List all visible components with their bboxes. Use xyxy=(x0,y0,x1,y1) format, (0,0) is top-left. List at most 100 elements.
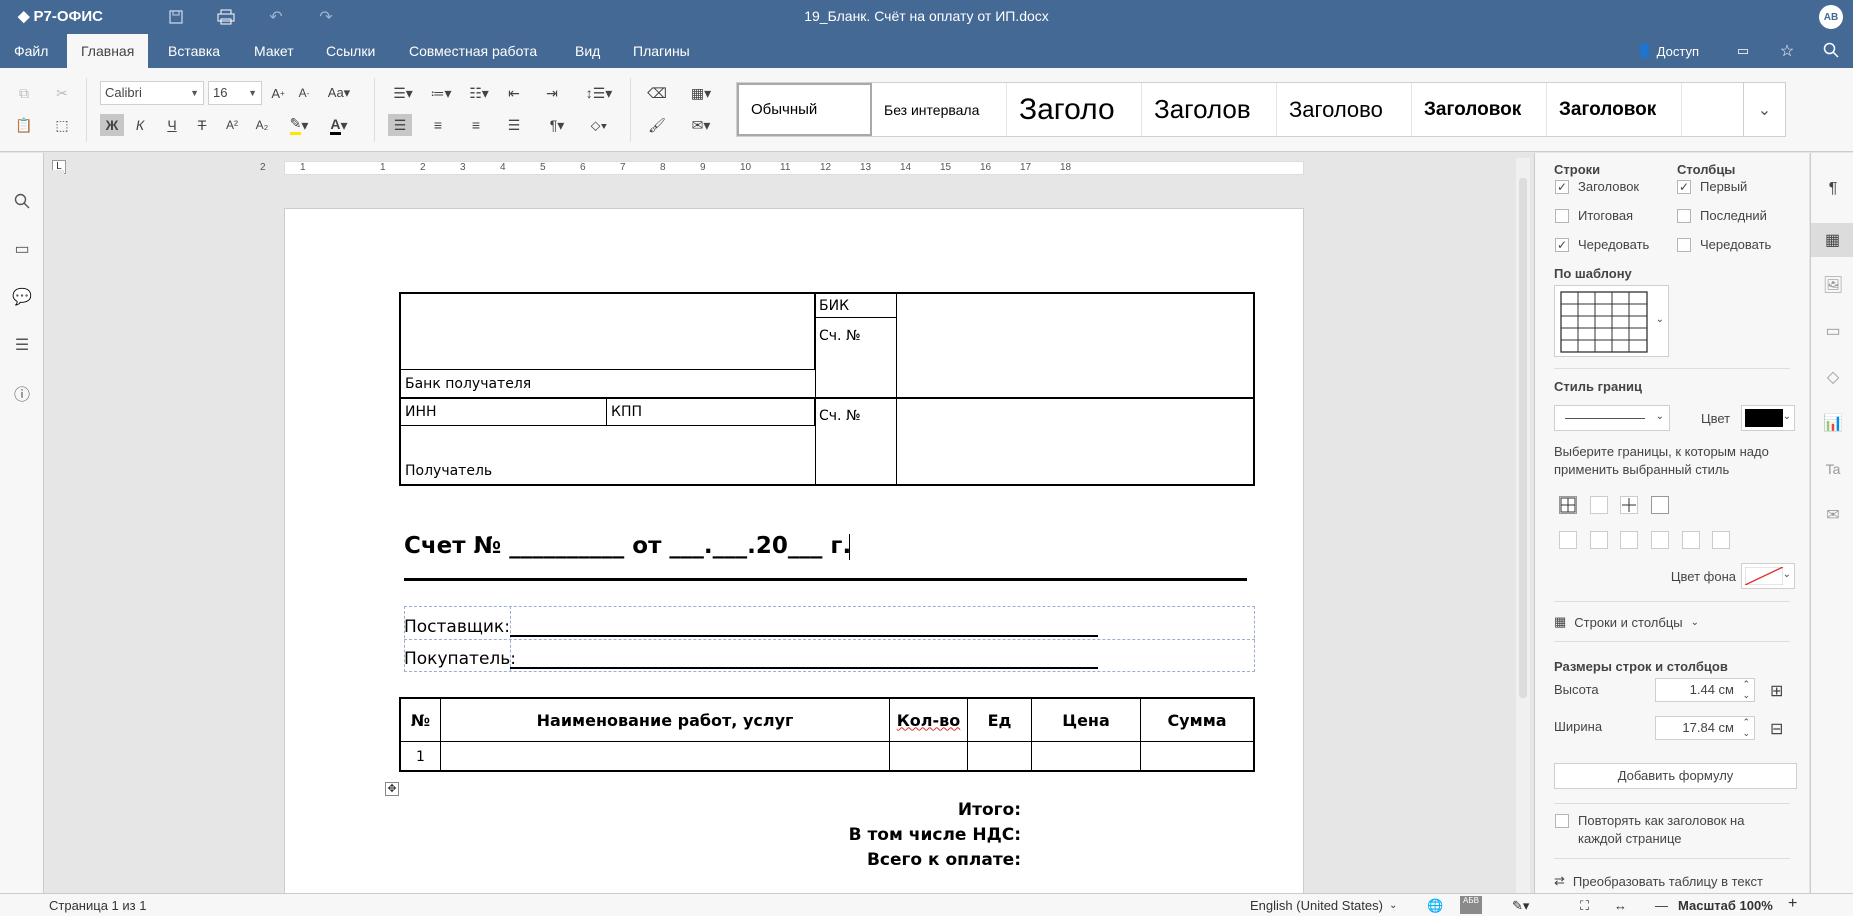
mail-merge-icon[interactable]: ✉ xyxy=(1821,503,1845,527)
align-center-icon[interactable]: ≡ xyxy=(426,114,450,136)
style-heading-5[interactable]: Заголовок xyxy=(1547,83,1682,136)
right-border-icon[interactable] xyxy=(1620,531,1638,549)
fit-page-icon[interactable]: ⛶ xyxy=(1580,898,1589,914)
bold-button[interactable]: Ж xyxy=(100,114,124,136)
tab-collaboration[interactable]: Совместная работа xyxy=(395,34,551,68)
supplier-line[interactable] xyxy=(510,635,1098,637)
open-location-icon[interactable]: ▭ xyxy=(1721,43,1765,59)
all-borders-icon[interactable] xyxy=(1559,496,1577,514)
select-all-icon[interactable]: ⬚ xyxy=(50,114,74,136)
zoom-out-icon[interactable]: — xyxy=(1655,898,1668,913)
search-icon[interactable] xyxy=(1809,42,1853,61)
vertical-scrollbar[interactable] xyxy=(1516,158,1530,893)
tab-plugins[interactable]: Плагины xyxy=(619,34,704,68)
font-size-select[interactable]: 16 ▼ xyxy=(208,81,262,105)
items-header-cell[interactable]: № xyxy=(401,699,441,741)
align-justify-icon[interactable]: ☰ xyxy=(502,114,526,136)
top-border-icon[interactable] xyxy=(1651,531,1669,549)
bank-name-cell[interactable] xyxy=(401,294,815,370)
access-button[interactable]: 👤 Доступ xyxy=(1636,43,1699,59)
chart-settings-icon[interactable]: 📊 xyxy=(1821,411,1845,435)
font-name-select[interactable]: Calibri ▼ xyxy=(100,81,204,105)
superscript-icon[interactable]: A² xyxy=(220,114,244,136)
decrease-font-icon[interactable]: A- xyxy=(292,82,316,104)
strikethrough-button[interactable]: Т xyxy=(190,114,214,136)
increase-indent-icon[interactable]: ⇥ xyxy=(540,82,564,104)
copy-style-icon[interactable]: 🖌 xyxy=(645,114,669,136)
items-header-cell[interactable]: Кол-во xyxy=(890,699,968,741)
total-row-checkbox[interactable] xyxy=(1555,209,1569,223)
items-header-cell[interactable]: Ед xyxy=(968,699,1032,741)
tab-home[interactable]: Главная xyxy=(67,34,149,68)
items-table[interactable]: № Наименование работ, услуг Кол-во Ед Це… xyxy=(399,697,1255,772)
favorite-star-icon[interactable]: ☆ xyxy=(1765,41,1809,61)
distribute-rows-icon[interactable]: ⊞ xyxy=(1770,681,1783,701)
paste-icon[interactable]: 📋 xyxy=(12,114,36,136)
zoom-in-icon[interactable]: + xyxy=(1788,895,1797,913)
inn-kpp-row[interactable] xyxy=(401,399,815,426)
nonprinting-chars-icon[interactable]: ¶▾ xyxy=(540,114,574,136)
inner-vertical-border-icon[interactable] xyxy=(1590,531,1608,549)
spinner-arrows-icon[interactable]: ⌃ ⌄ xyxy=(1742,717,1750,739)
chat-icon[interactable]: 💬 xyxy=(10,285,34,309)
style-heading-3[interactable]: Заголово xyxy=(1277,83,1412,136)
tab-layout[interactable]: Макет xyxy=(240,34,308,68)
save-icon[interactable] xyxy=(166,7,186,27)
mail-merge-icon[interactable]: ✉▾ xyxy=(684,114,718,136)
color-scheme-icon[interactable]: ▦▾ xyxy=(684,82,718,104)
convert-to-text-button[interactable]: ⇄ Преобразовать таблицу в текст xyxy=(1554,873,1763,889)
user-avatar[interactable]: AB xyxy=(1819,5,1843,29)
banded-rows-checkbox[interactable]: ✓ xyxy=(1555,238,1569,252)
page-counter[interactable]: Страница 1 из 1 xyxy=(49,898,146,913)
banded-columns-checkbox[interactable] xyxy=(1677,238,1691,252)
tab-view[interactable]: Вид xyxy=(561,34,614,68)
scrollbar-thumb[interactable] xyxy=(1519,178,1527,698)
row-height-input[interactable]: 1.44 см ⌃ ⌄ xyxy=(1655,678,1755,702)
underline-button[interactable]: Ч xyxy=(160,114,184,136)
shape-settings-icon[interactable]: ◇ xyxy=(1821,365,1845,389)
border-style-select[interactable]: ⌄ xyxy=(1554,405,1670,431)
redo-icon[interactable]: ↷ xyxy=(316,7,336,27)
print-icon[interactable] xyxy=(216,7,236,27)
style-no-spacing[interactable]: Без интервала xyxy=(872,83,1007,136)
numbered-list-icon[interactable]: ≔▾ xyxy=(426,82,456,104)
no-borders-icon[interactable] xyxy=(1590,496,1608,514)
styles-more-button[interactable]: ⌄ xyxy=(1743,83,1785,136)
bank-details-table[interactable]: Банк получателя БИК Сч. № ИНН КПП Сч. № … xyxy=(399,292,1255,486)
items-header-cell[interactable]: Сумма xyxy=(1141,699,1253,741)
add-formula-button[interactable]: Добавить формулу xyxy=(1554,763,1797,789)
font-color-icon[interactable]: A ▾ xyxy=(322,114,356,136)
account-cell-1[interactable] xyxy=(815,294,897,399)
text-art-icon[interactable]: Ta xyxy=(1821,457,1845,481)
clear-style-icon[interactable]: ⌫ xyxy=(645,82,669,104)
italic-button[interactable]: К xyxy=(128,114,152,136)
inner-borders-icon[interactable] xyxy=(1620,496,1638,514)
first-column-checkbox[interactable]: ✓ xyxy=(1677,180,1691,194)
invoice-title[interactable]: Счет № __________ от ___.___.20___ г. xyxy=(404,533,851,559)
items-cell[interactable] xyxy=(890,742,968,772)
spinner-arrows-icon[interactable]: ⌃ ⌄ xyxy=(1742,679,1750,701)
style-normal[interactable]: Обычный xyxy=(737,83,872,136)
items-cell[interactable] xyxy=(968,742,1032,772)
style-heading-2[interactable]: Заголов xyxy=(1142,83,1277,136)
repeat-header-checkbox[interactable] xyxy=(1555,814,1569,828)
align-left-icon[interactable]: ☰ xyxy=(388,114,412,136)
comments-icon[interactable]: ▭ xyxy=(10,237,34,261)
search-icon[interactable] xyxy=(10,189,34,213)
table-move-handle-icon[interactable]: ✥ xyxy=(385,782,399,796)
image-settings-icon[interactable]: 🖼 xyxy=(1821,273,1845,297)
header-row-checkbox[interactable]: ✓ xyxy=(1555,180,1569,194)
bg-color-picker[interactable]: ⌄ xyxy=(1741,563,1795,589)
items-header-cell[interactable]: Наименование работ, услуг xyxy=(441,699,890,741)
items-cell[interactable] xyxy=(1141,742,1253,772)
document-language-icon[interactable]: 🌐 xyxy=(1427,898,1443,914)
style-heading-4[interactable]: Заголовок xyxy=(1412,83,1547,136)
horizontal-ruler[interactable]: 2 1 1 2 3 4 5 6 7 8 9 10 11 12 13 14 15 16 17 18 xyxy=(64,158,1534,180)
items-cell[interactable]: 1 xyxy=(401,742,441,772)
language-select[interactable]: English (United States) ⌄ xyxy=(1250,898,1397,913)
style-heading-1[interactable]: Заголо xyxy=(1007,83,1142,136)
bottom-border-icon[interactable] xyxy=(1712,531,1730,549)
copy-icon[interactable]: ⧉ xyxy=(12,82,36,104)
bullet-list-icon[interactable]: ☰▾ xyxy=(388,82,418,104)
multilevel-list-icon[interactable]: ☷▾ xyxy=(464,82,494,104)
